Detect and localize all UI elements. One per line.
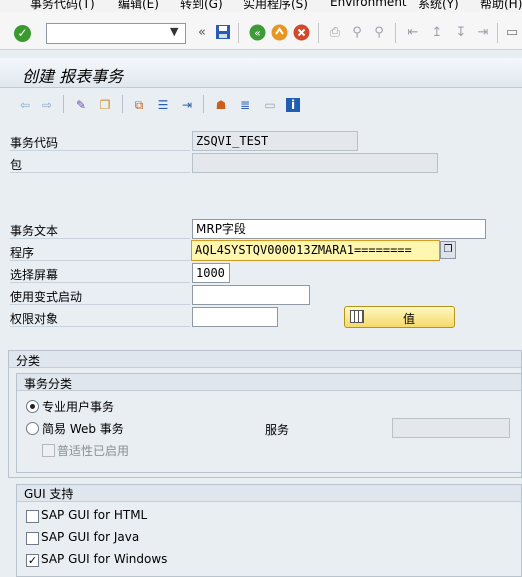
service-label: 服务 [265, 423, 290, 437]
save-icon[interactable] [214, 24, 232, 42]
menu-environment[interactable]: Environment [330, 0, 407, 9]
value-help-icon[interactable]: ❐ [440, 241, 456, 259]
navigate-icon[interactable]: ⇥ [178, 96, 196, 114]
selection-screen-label: 选择屏幕 [10, 268, 59, 282]
page-title: 创建 报表事务 [22, 67, 124, 86]
authorization-object-input[interactable] [192, 307, 278, 327]
selection-screen-input[interactable]: 1000 [192, 263, 230, 283]
align-icon[interactable]: ≣ [236, 96, 254, 114]
sap-gui-windows-label: SAP GUI for Windows [41, 552, 168, 566]
program-label: 程序 [10, 246, 35, 260]
display-change-icon[interactable]: ✎ [72, 96, 90, 114]
sap-gui-windows-checkbox[interactable]: ✓ [26, 554, 39, 567]
svg-text:«: « [254, 27, 261, 40]
next-page-icon[interactable]: ↧ [452, 24, 470, 42]
sap-gui-java-checkbox[interactable] [26, 532, 39, 545]
transaction-text-input[interactable]: MRP字段 [192, 219, 486, 239]
package-label: 包 [10, 158, 23, 172]
program-input[interactable]: AQL4SYSTQV000013ZMARA1======== [191, 240, 440, 261]
forward-arrow-icon[interactable]: ⇨ [38, 96, 56, 114]
classification-title: 分类 [16, 354, 41, 368]
find-icon[interactable]: ⚲ [348, 24, 366, 42]
sap-gui-java-label: SAP GUI for Java [41, 530, 140, 544]
menu-edit[interactable]: 编辑(E) [118, 0, 159, 12]
package-field [192, 153, 438, 173]
easy-web-radio[interactable] [26, 422, 39, 435]
values-button[interactable]: 值 [344, 306, 455, 328]
menu-system[interactable]: 系统(Y) [418, 0, 459, 12]
sap-gui-html-label: SAP GUI for HTML [41, 508, 148, 522]
tcode-field: ZSQVI_TEST [192, 131, 358, 151]
hierarchy-icon[interactable]: ☗ [212, 96, 230, 114]
chevron-down-icon[interactable]: ▼ [170, 25, 178, 38]
inherit-gui-checkbox [42, 444, 55, 457]
values-button-label: 值 [403, 312, 416, 326]
prev-page-icon[interactable]: ↥ [428, 24, 446, 42]
back-icon[interactable]: « [248, 24, 266, 42]
menu-bar: 事务代码(T) 编辑(E) 转到(G) 实用程序(S) Environment … [0, 0, 522, 12]
other-object-icon[interactable]: ❐ [96, 96, 114, 114]
command-field[interactable] [46, 23, 186, 44]
menu-help[interactable]: 帮助(H) [480, 0, 522, 12]
history-icon[interactable]: « [193, 24, 211, 42]
professional-user-radio[interactable] [26, 400, 39, 413]
service-field [392, 418, 510, 438]
back-arrow-icon[interactable]: ⇦ [16, 96, 34, 114]
menu-utilities[interactable]: 实用程序(S) [243, 0, 308, 12]
where-used-icon[interactable]: ⧉ [130, 96, 148, 114]
professional-user-label: 专业用户事务 [42, 400, 115, 414]
menu-goto[interactable]: 转到(G) [180, 0, 223, 12]
info-icon[interactable]: i [286, 98, 300, 112]
authorization-object-label: 权限对象 [10, 312, 59, 326]
table-icon [350, 310, 364, 323]
sap-gui-html-checkbox[interactable] [26, 510, 39, 523]
find-next-icon[interactable]: ⚲ [370, 24, 388, 42]
cancel-icon[interactable] [292, 24, 310, 42]
inherit-gui-label: 普适性已启用 [57, 444, 130, 458]
transaction-text-label: 事务文本 [10, 224, 59, 238]
first-page-icon[interactable]: ⇤ [404, 24, 422, 42]
new-session-icon[interactable]: ▭ [503, 24, 521, 42]
menu-transaction[interactable]: 事务代码(T) [30, 0, 95, 12]
last-page-icon[interactable]: ⇥ [474, 24, 492, 42]
gui-support-title: GUI 支持 [24, 487, 74, 501]
enter-check-icon[interactable]: ✓ [14, 25, 31, 42]
object-list-icon[interactable]: ☰ [154, 96, 172, 114]
easy-web-label: 简易 Web 事务 [42, 422, 124, 436]
tcode-label: 事务代码 [10, 136, 59, 150]
variant-label: 使用变式启动 [10, 290, 83, 304]
print-icon[interactable]: ⎙ [326, 24, 344, 42]
layout-icon[interactable]: ▭ [261, 96, 279, 114]
transaction-classification-title: 事务分类 [24, 377, 73, 391]
variant-input[interactable] [192, 285, 310, 305]
exit-icon[interactable] [270, 24, 288, 42]
